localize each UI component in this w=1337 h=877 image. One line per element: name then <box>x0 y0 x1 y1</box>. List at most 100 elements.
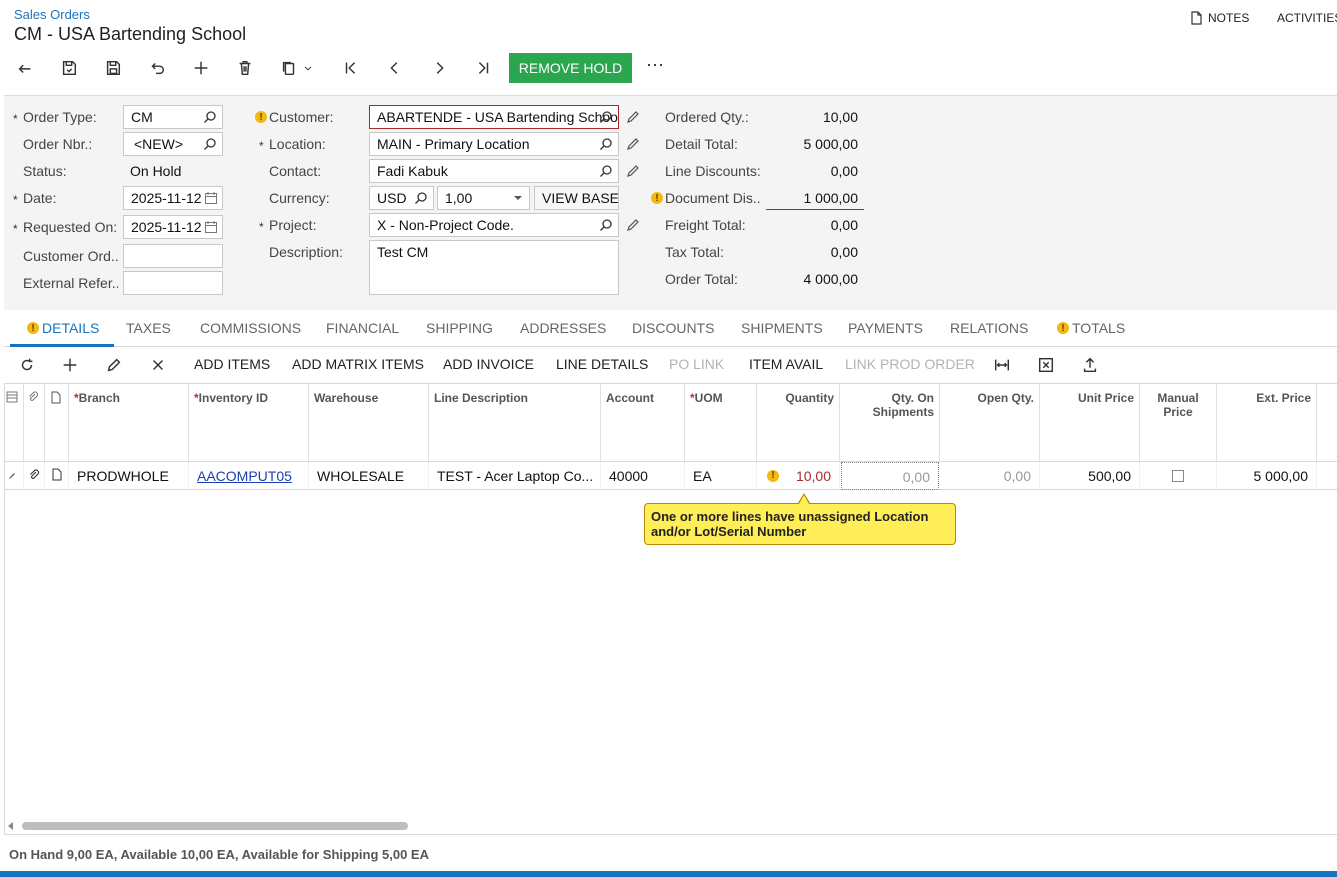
breadcrumb[interactable]: Sales Orders <box>14 7 90 22</box>
row-edit-indicator[interactable] <box>4 462 24 490</box>
column-header-branch[interactable]: *Branch <box>69 384 189 461</box>
calendar-icon[interactable] <box>204 220 218 234</box>
activities-button[interactable]: ACTIVITIES <box>1277 11 1337 25</box>
search-icon[interactable] <box>414 191 428 205</box>
chevron-down-icon[interactable] <box>301 56 315 80</box>
row-attachment-icon[interactable] <box>24 462 45 490</box>
save-icon[interactable] <box>101 56 125 80</box>
column-header-uom[interactable]: *UOM <box>685 384 757 461</box>
currency-rate-dropdown[interactable]: 1,00 <box>437 186 530 210</box>
search-icon[interactable] <box>599 164 613 178</box>
requested-on-field[interactable]: 2025-11-12 <box>123 215 223 239</box>
tab-totals[interactable]: ! TOTALS <box>1057 320 1125 336</box>
search-icon[interactable] <box>599 137 613 151</box>
notes-button[interactable]: NOTES <box>1190 11 1249 25</box>
tab-discounts[interactable]: DISCOUNTS <box>632 320 714 336</box>
edit-pencil-icon[interactable] <box>625 109 641 125</box>
tab-commissions[interactable]: COMMISSIONS <box>200 320 301 336</box>
line-details-button[interactable]: LINE DETAILS <box>556 356 648 372</box>
tab-shipments[interactable]: SHIPMENTS <box>741 320 823 336</box>
cell-line-description[interactable]: TEST - Acer Laptop Co... <box>429 462 601 490</box>
cell-warehouse[interactable]: WHOLESALE <box>309 462 429 490</box>
order-type-field[interactable]: CM <box>123 105 223 129</box>
cell-quantity[interactable]: ! 10,00 <box>757 462 840 490</box>
cell-account[interactable]: 40000 <box>601 462 685 490</box>
last-record-icon[interactable] <box>471 56 495 80</box>
refresh-icon[interactable] <box>17 355 37 375</box>
customer-order-field[interactable] <box>123 244 223 268</box>
currency-field[interactable]: USD <box>369 186 434 210</box>
search-icon[interactable] <box>599 218 613 232</box>
scroll-left-arrow[interactable] <box>8 822 13 830</box>
add-matrix-items-button[interactable]: ADD MATRIX ITEMS <box>292 356 424 372</box>
column-header-manual-price[interactable]: Manual Price <box>1140 384 1217 461</box>
row-selector-header[interactable] <box>4 384 24 461</box>
column-header-ext-price[interactable]: Ext. Price <box>1217 384 1317 461</box>
date-field[interactable]: 2025-11-12 <box>123 186 223 210</box>
add-icon[interactable] <box>189 56 213 80</box>
add-items-button[interactable]: ADD ITEMS <box>194 356 270 372</box>
column-header-line-description[interactable]: Line Description <box>429 384 601 461</box>
fit-columns-icon[interactable] <box>992 355 1012 375</box>
edit-pencil-icon[interactable] <box>625 217 641 233</box>
table-row[interactable]: PRODWHOLE AACOMPUT05 WHOLESALE TEST - Ac… <box>4 462 1337 490</box>
previous-record-icon[interactable] <box>383 56 407 80</box>
column-header-warehouse[interactable]: Warehouse <box>309 384 429 461</box>
search-icon[interactable] <box>203 137 217 151</box>
column-header-open-qty[interactable]: Open Qty. <box>940 384 1040 461</box>
remove-hold-button[interactable]: REMOVE HOLD <box>509 53 632 83</box>
tab-relations[interactable]: RELATIONS <box>950 320 1028 336</box>
tab-taxes[interactable]: TAXES <box>126 320 171 336</box>
cell-inventory-id-link[interactable]: AACOMPUT05 <box>189 462 309 490</box>
search-icon[interactable] <box>599 110 613 124</box>
column-header-inventory-id[interactable]: *Inventory ID <box>189 384 309 461</box>
back-icon[interactable] <box>13 56 37 80</box>
column-header-account[interactable]: Account <box>601 384 685 461</box>
external-reference-field[interactable] <box>123 271 223 295</box>
cell-qty-on-shipments[interactable]: 0,00 <box>841 462 939 490</box>
calendar-icon[interactable] <box>204 191 218 205</box>
customer-field[interactable]: ABARTENDE - USA Bartending School <box>369 105 619 129</box>
po-link-button[interactable]: PO LINK <box>669 356 724 372</box>
tab-addresses[interactable]: ADDRESSES <box>520 320 606 336</box>
cell-uom[interactable]: EA <box>685 462 757 490</box>
location-field[interactable]: MAIN - Primary Location <box>369 132 619 156</box>
settings-grid-icon[interactable] <box>6 391 18 403</box>
delete-row-icon[interactable] <box>148 355 168 375</box>
project-field[interactable]: X - Non-Project Code. <box>369 213 619 237</box>
edit-row-icon[interactable] <box>104 355 124 375</box>
cell-unit-price[interactable]: 500,00 <box>1040 462 1140 490</box>
link-prod-order-button[interactable]: LINK PROD ORDER <box>845 356 975 372</box>
tab-financial[interactable]: FINANCIAL <box>326 320 399 336</box>
delete-icon[interactable] <box>233 56 257 80</box>
column-header-qty-on-shipments[interactable]: Qty. On Shipments <box>840 384 940 461</box>
copy-paste-icon[interactable] <box>277 56 301 80</box>
tab-payments[interactable]: PAYMENTS <box>848 320 923 336</box>
search-icon[interactable] <box>203 110 217 124</box>
description-textarea[interactable]: Test CM <box>369 240 619 295</box>
cell-manual-price[interactable] <box>1140 462 1217 490</box>
next-record-icon[interactable] <box>427 56 451 80</box>
horizontal-scrollbar[interactable] <box>22 822 408 830</box>
cell-branch[interactable]: PRODWHOLE <box>69 462 189 490</box>
add-row-icon[interactable] <box>60 355 80 375</box>
cell-ext-price[interactable]: 5 000,00 <box>1217 462 1317 490</box>
first-record-icon[interactable] <box>339 56 363 80</box>
edit-pencil-icon[interactable] <box>625 163 641 179</box>
add-invoice-button[interactable]: ADD INVOICE <box>443 356 534 372</box>
order-nbr-field[interactable]: <NEW> <box>123 132 223 156</box>
manual-price-checkbox[interactable] <box>1172 470 1184 482</box>
tab-shipping[interactable]: SHIPPING <box>426 320 493 336</box>
column-header-unit-price[interactable]: Unit Price <box>1040 384 1140 461</box>
contact-field[interactable]: Fadi Kabuk <box>369 159 619 183</box>
tab-details[interactable]: ! DETAILS <box>27 320 99 336</box>
export-excel-icon[interactable] <box>1036 355 1056 375</box>
view-base-button[interactable]: VIEW BASE <box>534 186 619 210</box>
cell-open-qty[interactable]: 0,00 <box>940 462 1040 490</box>
item-avail-button[interactable]: ITEM AVAIL <box>749 356 823 372</box>
column-header-quantity[interactable]: Quantity <box>757 384 840 461</box>
more-options-icon[interactable]: ⋯ <box>646 55 665 76</box>
save-and-close-icon[interactable] <box>57 56 81 80</box>
upload-icon[interactable] <box>1080 355 1100 375</box>
undo-icon[interactable] <box>145 56 169 80</box>
